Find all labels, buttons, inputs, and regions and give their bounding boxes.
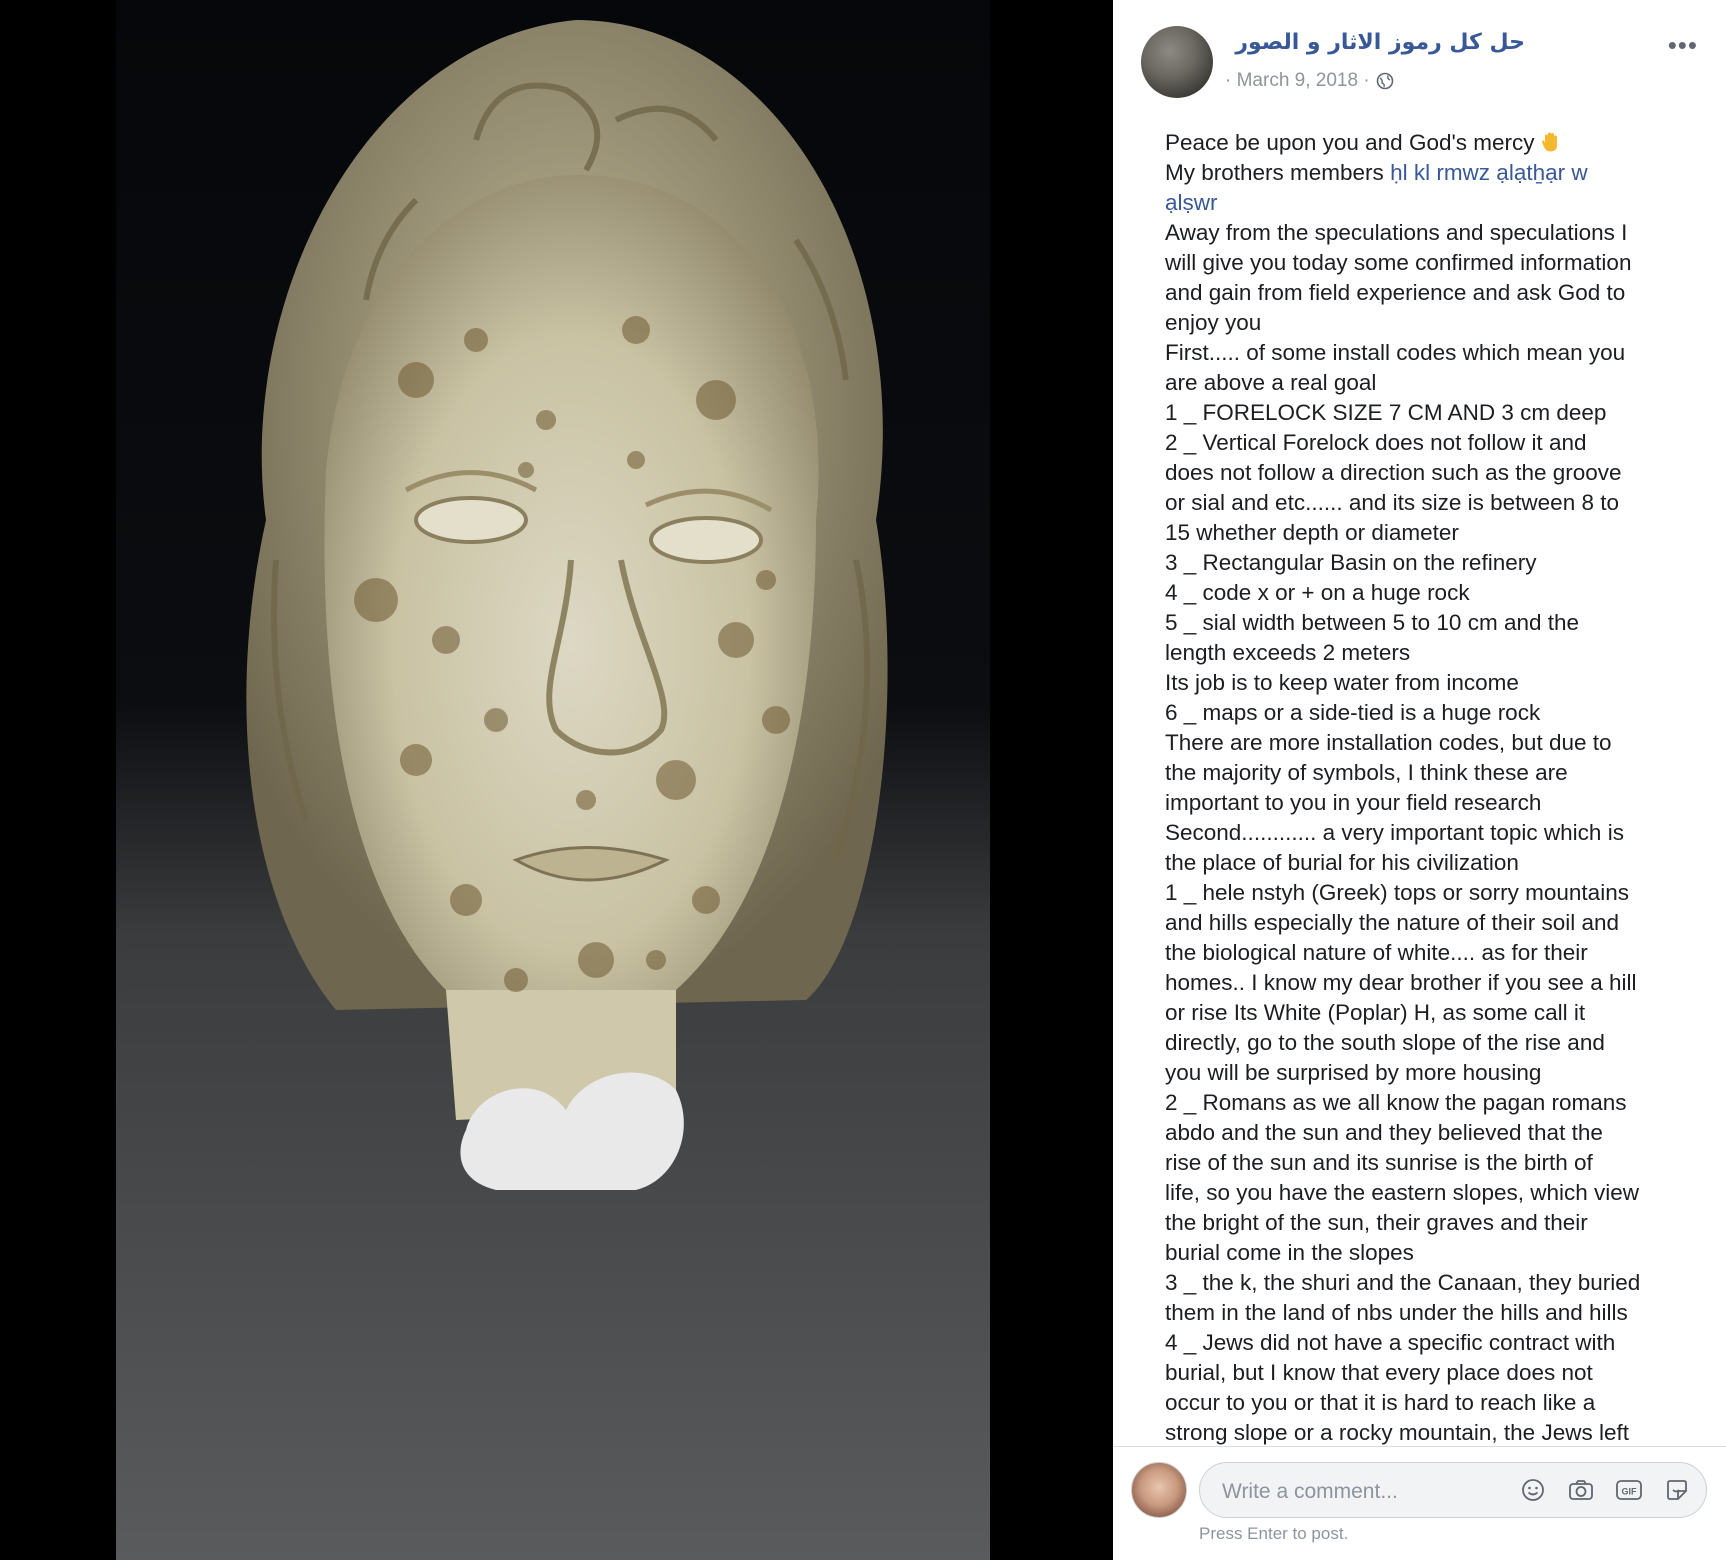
post-line: and gain from field experience and ask G… [1165, 280, 1626, 305]
brothers-text: My brothers members [1165, 160, 1391, 185]
post-line: does not follow a direction such as the … [1165, 460, 1622, 485]
post-meta: · March 9, 2018 · [1225, 70, 1394, 92]
post-line: rise of the sun and its sunrise is the b… [1165, 1150, 1593, 1175]
camera-icon[interactable] [1566, 1475, 1596, 1505]
post-text: Peace be upon you and God's mercy My bro… [1165, 128, 1713, 1446]
post-line: Its job is to keep water from income [1165, 670, 1519, 695]
post-photo[interactable] [116, 0, 990, 1560]
post-line: 4 _ Jews did not have a specific contrac… [1165, 1330, 1616, 1355]
post-line: 3 _ Rectangular Basin on the refinery [1165, 550, 1537, 575]
post-line: or sial and etc...... and its size is be… [1165, 490, 1619, 515]
post-sidebar: حل كل رموز الاثار و الصور · March 9, 201… [1113, 0, 1726, 1560]
post-line: the bright of the sun, their graves and … [1165, 1210, 1588, 1235]
post-line: 1 _ hele nstyh (Greek) tops or sorry mou… [1165, 880, 1629, 905]
post-line: enjoy you [1165, 310, 1262, 335]
post-line: you will be surprised by more housing [1165, 1060, 1542, 1085]
post-line: and hills especially the nature of their… [1165, 910, 1620, 935]
post-line: There are more installation codes, but d… [1165, 730, 1612, 755]
post-line: strong slope or a rocky mountain, the Je… [1165, 1420, 1629, 1445]
globe-icon[interactable] [1376, 72, 1394, 90]
marble-head-image [116, 0, 990, 1560]
post-line: occur to you or that it is hard to reach… [1165, 1390, 1596, 1415]
user-avatar[interactable] [1131, 1462, 1187, 1518]
post-line: abdo and the sun and they believed that … [1165, 1120, 1603, 1145]
post-line: homes.. I know my dear brother if you se… [1165, 970, 1637, 995]
post-line: 2 _ Vertical Forelock does not follow it… [1165, 430, 1587, 455]
post-date[interactable]: · March 9, 2018 · [1225, 70, 1370, 92]
post-line: the biological nature of white.... as fo… [1165, 940, 1588, 965]
sticker-icon[interactable] [1662, 1475, 1692, 1505]
post-line: burial, but I know that every place does… [1165, 1360, 1593, 1385]
page-avatar[interactable] [1141, 26, 1213, 98]
photo-viewer [0, 0, 1113, 1560]
post-line: important to you in your field research [1165, 790, 1542, 815]
raised-hand-icon [1541, 132, 1557, 152]
post-line: My brothers members ḥl kl rmwz ạlạtẖạr w [1165, 158, 1713, 188]
comment-tools: GIF [1518, 1475, 1692, 1505]
post-line: 2 _ Romans as we all know the pagan roma… [1165, 1090, 1627, 1115]
emoji-icon[interactable] [1518, 1475, 1548, 1505]
post-line: directly, go to the south slope of the r… [1165, 1030, 1605, 1055]
page-mention-link-cont[interactable]: ạlṣwr [1165, 188, 1713, 218]
divider [1113, 1446, 1726, 1447]
comment-input[interactable] [1220, 1476, 1504, 1508]
page-name-link[interactable]: حل كل رموز الاثار و الصور [1225, 30, 1525, 55]
post-line: are above a real goal [1165, 370, 1377, 395]
post-line: the majority of symbols, I think these a… [1165, 760, 1568, 785]
post-line: burial come in the slopes [1165, 1240, 1414, 1265]
post-line: Peace be upon you and God's mercy [1165, 128, 1713, 158]
post-line: 4 _ code x or + on a huge rock [1165, 580, 1470, 605]
svg-text:GIF: GIF [1622, 1487, 1638, 1497]
post-line: 6 _ maps or a side-tied is a huge rock [1165, 700, 1541, 725]
post-line: 5 _ sial width between 5 to 10 cm and th… [1165, 610, 1580, 635]
post-line: the place of burial for his civilization [1165, 850, 1519, 875]
post-line: or rise Its White (Poplar) H, as some ca… [1165, 1000, 1586, 1025]
more-options-icon[interactable]: ••• [1668, 30, 1698, 61]
post-line: life, so you have the eastern slopes, wh… [1165, 1180, 1640, 1205]
post-line: will give you today some confirmed infor… [1165, 250, 1632, 275]
post-line: Second............ a very important topi… [1165, 820, 1624, 845]
post-line: length exceeds 2 meters [1165, 640, 1411, 665]
post-line: First..... of some install codes which m… [1165, 340, 1626, 365]
gif-icon[interactable]: GIF [1614, 1475, 1644, 1505]
comment-hint: Press Enter to post. [1199, 1524, 1349, 1543]
post-lines: Away from the speculations and speculati… [1165, 218, 1713, 1446]
comment-composer[interactable]: GIF [1199, 1462, 1707, 1518]
post-line: Away from the speculations and speculati… [1165, 220, 1628, 245]
page-mention-link[interactable]: ḥl kl rmwz ạlạtẖạr w [1390, 160, 1588, 185]
post-line: 3 _ the k, the shuri and the Canaan, the… [1165, 1270, 1641, 1295]
post-line: 1 _ FORELOCK SIZE 7 CM AND 3 cm deep [1165, 400, 1607, 425]
greeting-text: Peace be upon you and God's mercy [1165, 130, 1535, 155]
post-line: them in the land of nbs under the hills … [1165, 1300, 1628, 1325]
post-line: 15 whether depth or diameter [1165, 520, 1459, 545]
